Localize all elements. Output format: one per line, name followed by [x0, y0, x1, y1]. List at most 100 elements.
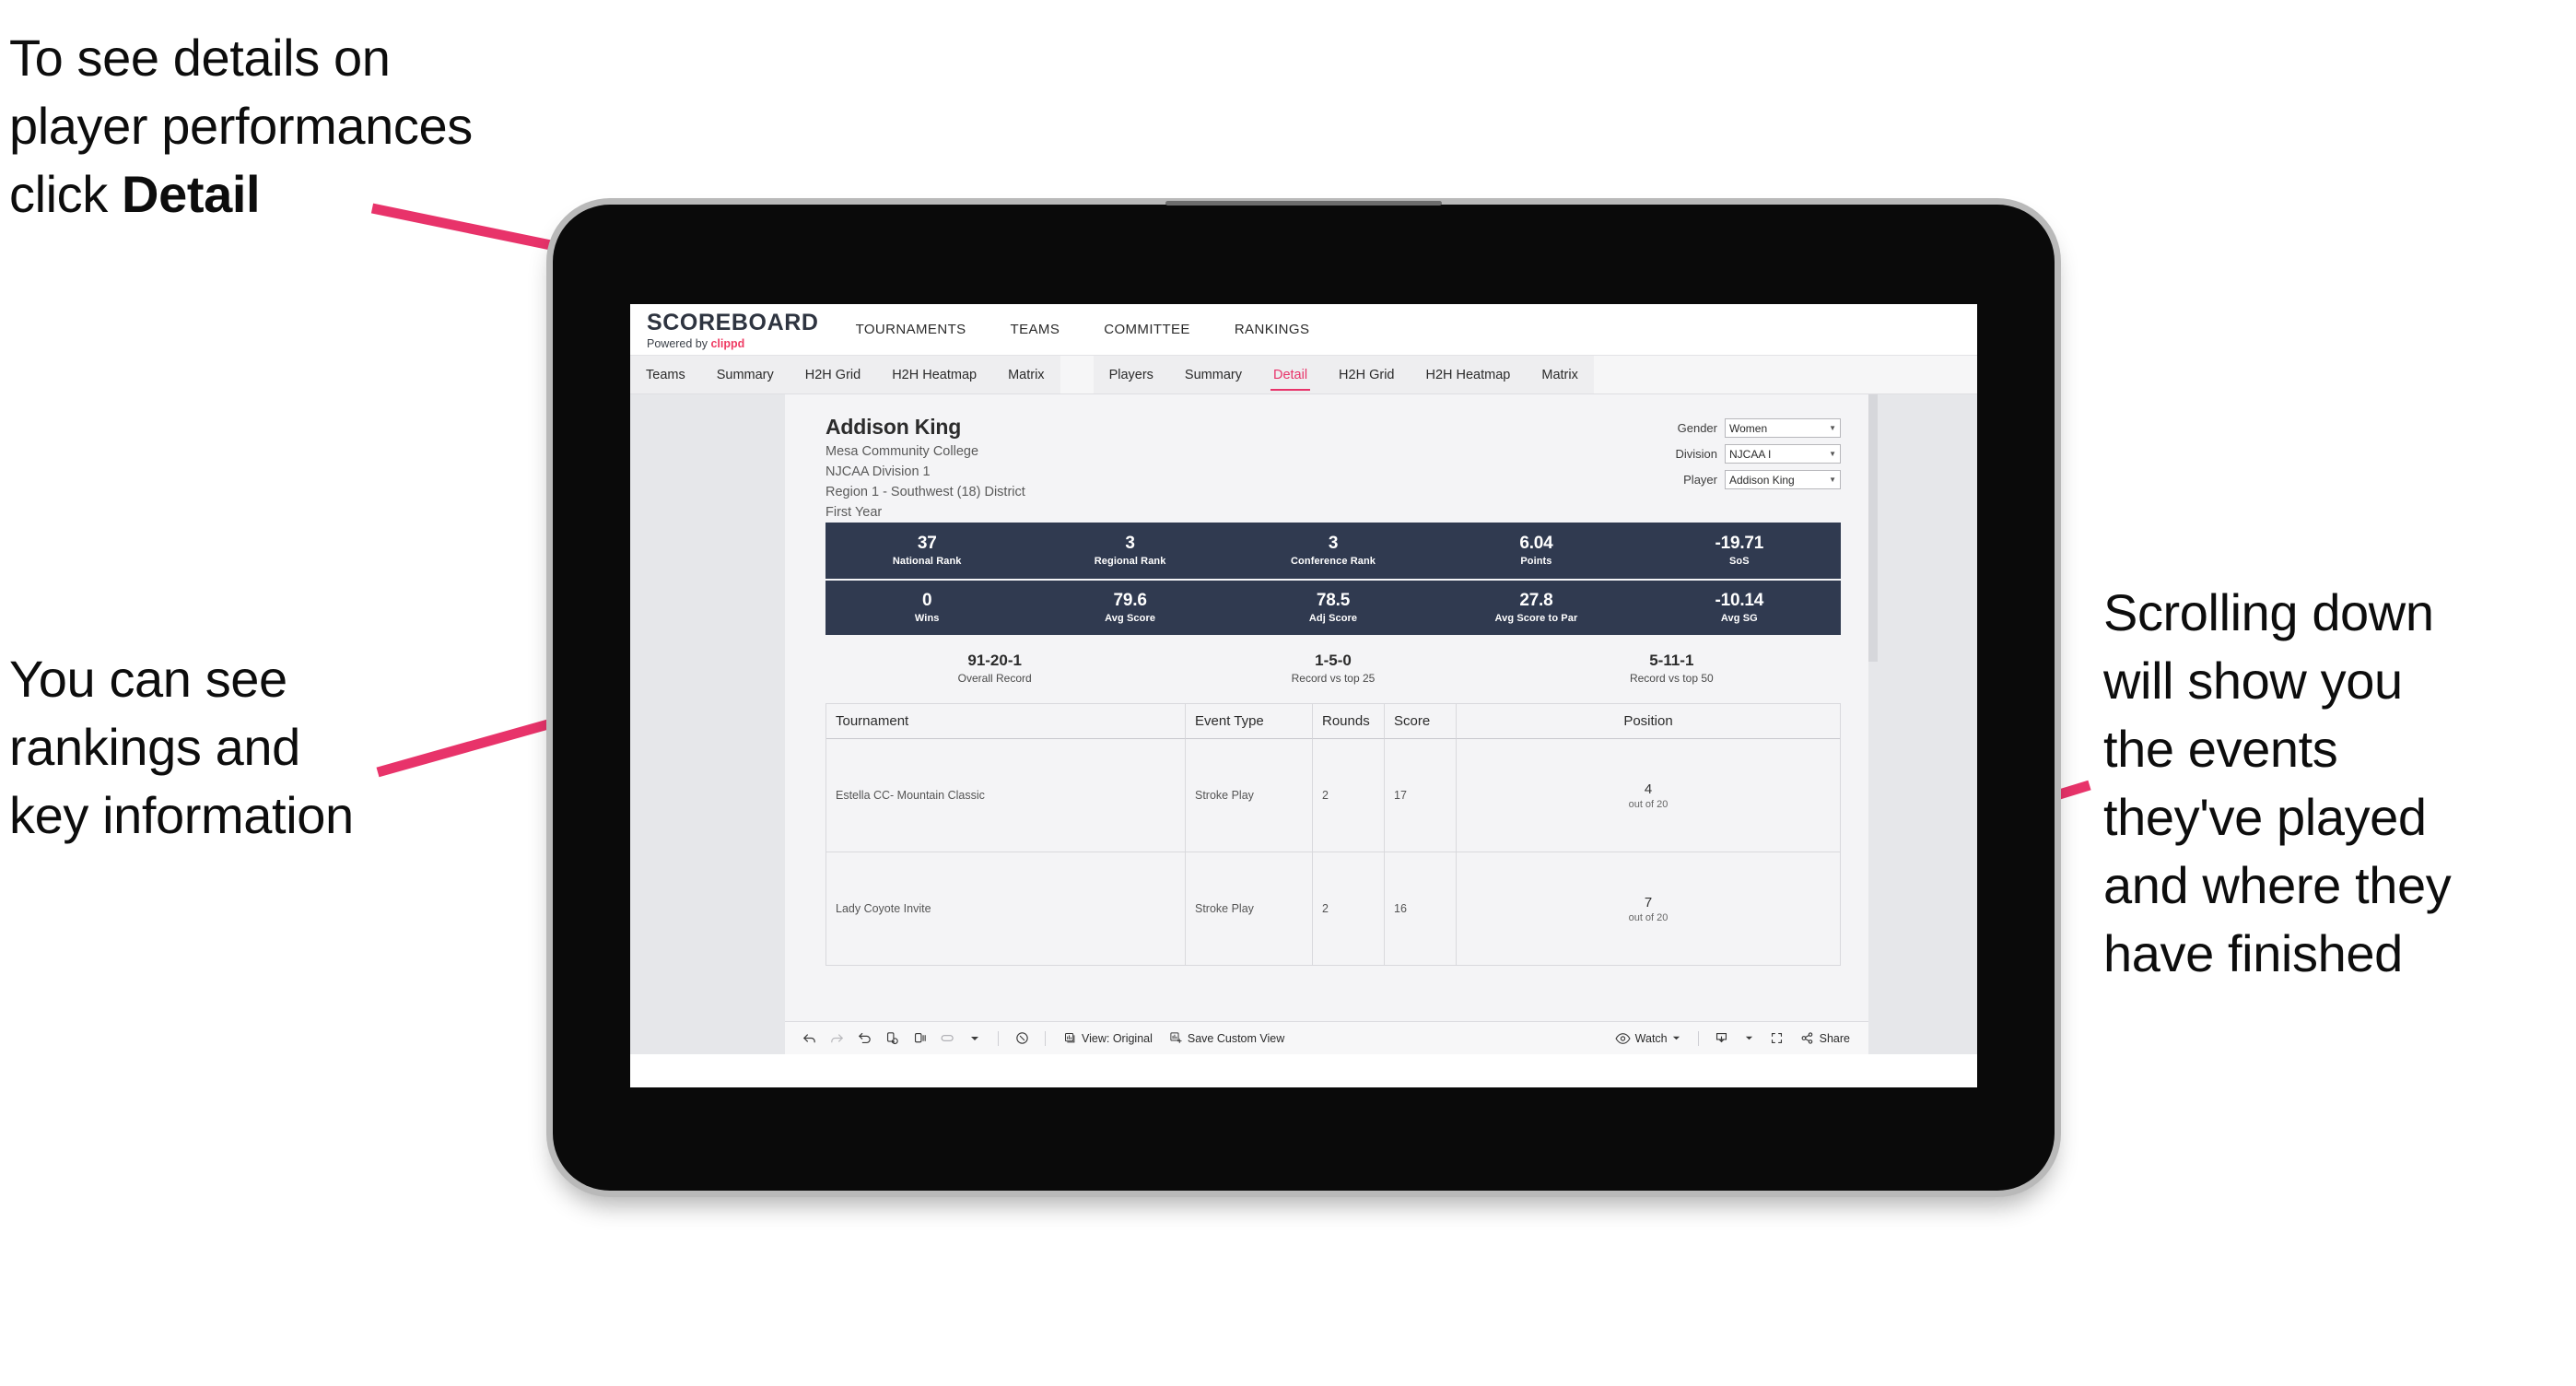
viz-bottom-toolbar: View: Original Save Custom View Watch Sh… [785, 1021, 1868, 1054]
player-division: NJCAA Division 1 [825, 464, 931, 480]
app-logo[interactable]: SCOREBOARD Powered by clippd [630, 310, 834, 350]
stats-bar-rankings: 37 National Rank 3 Regional Rank 3 Confe… [825, 523, 1841, 581]
chevron-down-icon: ▼ [1829, 424, 1836, 432]
tab-players-h2h-grid[interactable]: H2H Grid [1323, 356, 1410, 393]
tab-players-detail[interactable]: Detail [1258, 356, 1323, 393]
toolbar-divider [1045, 1030, 1046, 1046]
undo-oval-icon[interactable] [934, 1026, 960, 1051]
column-header-tournament[interactable]: Tournament [826, 704, 1186, 740]
redo-icon[interactable] [824, 1026, 849, 1051]
tab-teams-h2h-grid[interactable]: H2H Grid [790, 356, 876, 393]
tab-teams-h2h-heatmap[interactable]: H2H Heatmap [876, 356, 992, 393]
stat-label: Regional Rank [1094, 556, 1166, 568]
tab-players-h2h-heatmap[interactable]: H2H Heatmap [1410, 356, 1526, 393]
view-original-label: View: Original [1082, 1031, 1153, 1045]
table-row[interactable]: Lady Coyote Invite Stroke Play 2 16 7 ou… [826, 852, 1840, 967]
download-caret-icon[interactable] [1737, 1026, 1762, 1051]
nav-item-teams[interactable]: TEAMS [989, 304, 1083, 355]
record-label: Overall Record [957, 672, 1032, 686]
nav-item-rankings[interactable]: RANKINGS [1212, 304, 1332, 355]
filter-player-select[interactable]: Addison King ▼ [1725, 470, 1841, 489]
nav-item-committee[interactable]: COMMITTEE [1082, 304, 1212, 355]
column-header-event-type[interactable]: Event Type [1186, 704, 1313, 740]
stat-label: SoS [1728, 556, 1750, 568]
filter-player-value: Addison King [1729, 473, 1795, 487]
pause-refresh-clock-icon[interactable] [1009, 1026, 1035, 1051]
column-header-position[interactable]: Position [1457, 704, 1840, 740]
stat-label: Conference Rank [1291, 556, 1376, 568]
save-custom-view-button[interactable]: Save Custom View [1162, 1031, 1292, 1045]
cell-score: 17 [1385, 739, 1457, 853]
tab-group-players: Players Summary Detail H2H Grid H2H Heat… [1093, 356, 1594, 393]
tab-teams-summary[interactable]: Summary [701, 356, 790, 393]
table-row[interactable]: Estella CC- Mountain Classic Stroke Play… [826, 739, 1840, 853]
stat-avg-score: 79.6 Avg Score [1028, 591, 1231, 624]
cell-event-type: Stroke Play [1186, 852, 1313, 967]
tablet-screen: SCOREBOARD Powered by clippd TOURNAMENTS… [630, 304, 1977, 1087]
stat-label: Points [1520, 556, 1552, 568]
record-label: Record vs top 50 [1629, 672, 1714, 686]
revert-icon[interactable] [851, 1026, 877, 1051]
column-header-rounds[interactable]: Rounds [1313, 704, 1385, 740]
tab-players-matrix[interactable]: Matrix [1526, 356, 1593, 393]
record-vs-top-25: 1-5-0 Record vs top 25 [1164, 652, 1502, 685]
filter-gender-value: Women [1729, 421, 1768, 435]
column-header-score[interactable]: Score [1385, 704, 1457, 740]
filter-gender: Gender Women ▼ [1664, 418, 1841, 438]
refresh-data-icon[interactable] [879, 1026, 905, 1051]
filter-division-select[interactable]: NJCAA I ▼ [1725, 444, 1841, 464]
stat-sos: -19.71 SoS [1638, 534, 1841, 567]
vertical-scrollbar-thumb[interactable] [1868, 394, 1878, 662]
cell-event-type: Stroke Play [1186, 739, 1313, 853]
player-identity: Addison King Mesa Community College NJCA… [825, 415, 1025, 523]
filter-panel: Gender Women ▼ Division NJCAA I ▼ Player… [1664, 415, 1841, 523]
tab-teams-matrix[interactable]: Matrix [992, 356, 1060, 393]
cell-rounds: 2 [1313, 852, 1385, 967]
stat-value: 78.5 [1316, 591, 1351, 611]
toolbar-divider [998, 1030, 999, 1046]
tab-players-summary[interactable]: Summary [1169, 356, 1258, 393]
record-overall: 91-20-1 Overall Record [825, 652, 1164, 685]
stat-value: 3 [1125, 534, 1135, 554]
slide-canvas: To see details on player performances cl… [0, 0, 2576, 1386]
pause-auto-update-icon[interactable] [907, 1026, 932, 1051]
position-out-of: out of 20 [1628, 798, 1669, 810]
fullscreen-icon[interactable] [1764, 1026, 1790, 1051]
toolbar-divider [1697, 1030, 1699, 1046]
stats-bar-scoring: 0 Wins 79.6 Avg Score 78.5 Adj Score 27.… [825, 581, 1841, 638]
stat-value: -19.71 [1715, 534, 1764, 554]
viz-canvas: Addison King Mesa Community College NJCA… [630, 394, 1977, 1054]
undo-icon[interactable] [796, 1026, 822, 1051]
cell-score: 16 [1385, 852, 1457, 967]
annotation-rankings-info: You can see rankings and key information [9, 650, 354, 844]
share-button[interactable]: Share [1792, 1030, 1857, 1046]
tablet-device-frame: SCOREBOARD Powered by clippd TOURNAMENTS… [553, 205, 2055, 1191]
record-value: 91-20-1 [967, 652, 1022, 670]
logo-powered-by: Powered by [647, 336, 711, 350]
cell-tournament: Lady Coyote Invite [826, 852, 1186, 967]
stat-wins: 0 Wins [825, 591, 1028, 624]
filter-player-label: Player [1683, 473, 1717, 487]
app-top-bar: SCOREBOARD Powered by clippd TOURNAMENTS… [630, 304, 1977, 356]
stat-regional-rank: 3 Regional Rank [1028, 534, 1231, 567]
stat-adj-score: 78.5 Adj Score [1232, 591, 1434, 624]
toolbar-dropdown-caret-icon[interactable] [962, 1026, 988, 1051]
annotation-click-detail-bold: Detail [122, 164, 261, 223]
logo-subtitle: Powered by clippd [647, 337, 819, 350]
filter-division: Division NJCAA I ▼ [1664, 444, 1841, 464]
tab-teams[interactable]: Teams [630, 356, 701, 393]
download-icon[interactable] [1709, 1026, 1735, 1051]
view-original-button[interactable]: View: Original [1056, 1031, 1160, 1045]
player-year: First Year [825, 505, 883, 521]
watch-button[interactable]: Watch [1608, 1032, 1688, 1045]
tab-players[interactable]: Players [1094, 356, 1169, 393]
stat-value: 0 [922, 591, 932, 611]
canvas-left-padding [630, 394, 785, 1054]
stat-label: Avg SG [1720, 613, 1758, 625]
nav-item-tournaments[interactable]: TOURNAMENTS [834, 304, 989, 355]
filter-gender-select[interactable]: Women ▼ [1725, 418, 1841, 438]
watch-label: Watch [1634, 1031, 1668, 1045]
filter-division-label: Division [1675, 447, 1717, 461]
filter-division-value: NJCAA I [1729, 447, 1772, 461]
player-meta: Mesa Community College NJCAA Division 1 … [825, 441, 1025, 523]
